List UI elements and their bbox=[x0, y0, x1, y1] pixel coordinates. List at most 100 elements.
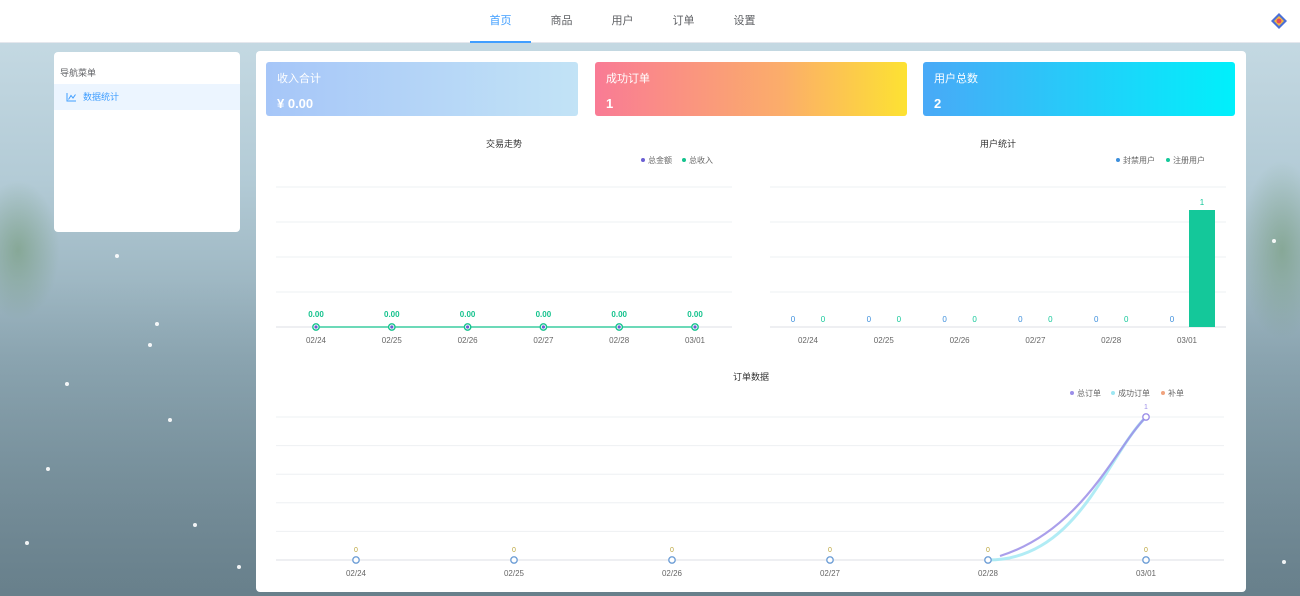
data-label: 0 bbox=[670, 547, 674, 554]
data-point bbox=[1142, 413, 1150, 421]
tick-label: 02/27 bbox=[1025, 336, 1046, 345]
data-point-inner bbox=[466, 325, 470, 329]
tick-label: 02/24 bbox=[306, 336, 327, 345]
snow-dot bbox=[65, 382, 69, 386]
avatar[interactable] bbox=[1270, 12, 1288, 30]
snow-dot bbox=[193, 523, 197, 527]
tick-label: 03/01 bbox=[685, 336, 706, 345]
snow-dot bbox=[25, 541, 29, 545]
legend-label: 总金额 bbox=[648, 155, 672, 165]
data-label: 0.00 bbox=[460, 310, 476, 319]
nav-item-home[interactable]: 首页 bbox=[470, 0, 531, 43]
data-label: 0 bbox=[828, 547, 832, 554]
data-label: 0 bbox=[867, 315, 872, 324]
data-label: 0 bbox=[972, 315, 977, 324]
tick-label: 02/25 bbox=[874, 336, 895, 345]
chart-title: 用户统计 bbox=[980, 138, 1016, 149]
data-label: 0 bbox=[791, 315, 796, 324]
data-label: 0 bbox=[1170, 315, 1175, 324]
snow-dot bbox=[1272, 239, 1276, 243]
legend-label: 成功订单 bbox=[1118, 388, 1150, 398]
tick-label: 02/28 bbox=[1101, 336, 1122, 345]
data-label: 0 bbox=[1094, 315, 1099, 324]
legend-marker bbox=[641, 158, 645, 162]
legend-marker bbox=[1116, 158, 1120, 162]
data-label: 1 bbox=[1200, 198, 1205, 207]
snow-dot bbox=[1282, 560, 1286, 564]
background-tree-right bbox=[1240, 160, 1300, 340]
sidebar-title: 导航菜单 bbox=[60, 68, 97, 78]
sidebar-item-data-statistics[interactable]: 数据统计 bbox=[54, 84, 240, 110]
data-point bbox=[1142, 556, 1150, 564]
data-label: 0 bbox=[1018, 315, 1023, 324]
data-point-inner bbox=[541, 325, 545, 329]
legend-label: 注册用户 bbox=[1173, 155, 1205, 165]
data-label: 0 bbox=[1124, 315, 1129, 324]
data-point bbox=[668, 556, 676, 564]
legend-marker bbox=[1166, 158, 1170, 162]
main-panel: 收入合计 ¥ 0.00 成功订单 1 用户总数 2 交易走势 总收入 总金额 0.00… bbox=[256, 51, 1246, 592]
data-label: 0.00 bbox=[611, 310, 627, 319]
nav-item-users[interactable]: 用户 bbox=[592, 0, 653, 43]
data-label: 0.00 bbox=[687, 310, 703, 319]
background-tree-left bbox=[0, 180, 60, 320]
legend-marker bbox=[1111, 391, 1115, 395]
legend-marker bbox=[682, 158, 686, 162]
data-point-inner bbox=[693, 325, 697, 329]
tick-label: 02/25 bbox=[504, 569, 525, 578]
snow-dot bbox=[237, 565, 241, 569]
snow-dot bbox=[155, 322, 159, 326]
data-label: 1 bbox=[1144, 404, 1148, 411]
sidebar: 导航菜单 数据统计 bbox=[54, 52, 240, 232]
snow-dot bbox=[148, 343, 152, 347]
tick-label: 03/01 bbox=[1177, 336, 1198, 345]
tick-label: 02/27 bbox=[533, 336, 554, 345]
data-label: 0 bbox=[1048, 315, 1053, 324]
data-point-inner bbox=[314, 325, 318, 329]
snow-dot bbox=[168, 418, 172, 422]
nav-item-products[interactable]: 商品 bbox=[531, 0, 592, 43]
tick-label: 02/24 bbox=[798, 336, 819, 345]
tick-label: 02/26 bbox=[458, 336, 479, 345]
data-point bbox=[510, 556, 518, 564]
data-label: 0 bbox=[512, 547, 516, 554]
legend-marker bbox=[1070, 391, 1074, 395]
top-navbar: 首页 商品 用户 订单 设置 bbox=[0, 0, 1300, 43]
tick-label: 02/24 bbox=[346, 569, 367, 578]
series-line-success-orders bbox=[987, 415, 1148, 562]
tick-label: 02/25 bbox=[382, 336, 403, 345]
bar bbox=[1189, 210, 1215, 327]
data-label: 0 bbox=[986, 547, 990, 554]
series-line-total-orders bbox=[999, 416, 1147, 558]
nav-item-settings[interactable]: 设置 bbox=[714, 0, 775, 43]
tick-label: 02/28 bbox=[978, 569, 999, 578]
chart-title: 交易走势 bbox=[486, 138, 522, 149]
data-label: 0 bbox=[897, 315, 902, 324]
tick-label: 02/26 bbox=[950, 336, 971, 345]
legend-label: 封禁用户 bbox=[1123, 155, 1155, 165]
snow-dot bbox=[46, 467, 50, 471]
data-label: 0 bbox=[942, 315, 947, 324]
data-label: 0 bbox=[821, 315, 826, 324]
nav-item-orders[interactable]: 订单 bbox=[653, 0, 714, 43]
data-point-inner bbox=[390, 325, 394, 329]
data-point bbox=[352, 556, 360, 564]
legend-label: 总收入 bbox=[689, 155, 713, 165]
line-chart-icon bbox=[66, 92, 76, 101]
legend-label: 补单 bbox=[1168, 388, 1184, 398]
chart-title: 订单数据 bbox=[733, 371, 769, 382]
data-point bbox=[984, 556, 992, 564]
sidebar-item-label: 数据统计 bbox=[83, 92, 120, 102]
tick-label: 03/01 bbox=[1136, 569, 1157, 578]
tick-label: 02/26 bbox=[662, 569, 683, 578]
tick-label: 02/27 bbox=[820, 569, 841, 578]
snow-dot bbox=[115, 254, 119, 258]
legend-marker bbox=[1161, 391, 1165, 395]
data-label: 0.00 bbox=[536, 310, 552, 319]
data-point bbox=[826, 556, 834, 564]
data-label: 0.00 bbox=[384, 310, 400, 319]
data-label: 0 bbox=[354, 547, 358, 554]
main-nav: 首页 商品 用户 订单 设置 bbox=[470, 0, 775, 43]
legend-label: 总订单 bbox=[1077, 388, 1101, 398]
data-label: 0.00 bbox=[308, 310, 324, 319]
